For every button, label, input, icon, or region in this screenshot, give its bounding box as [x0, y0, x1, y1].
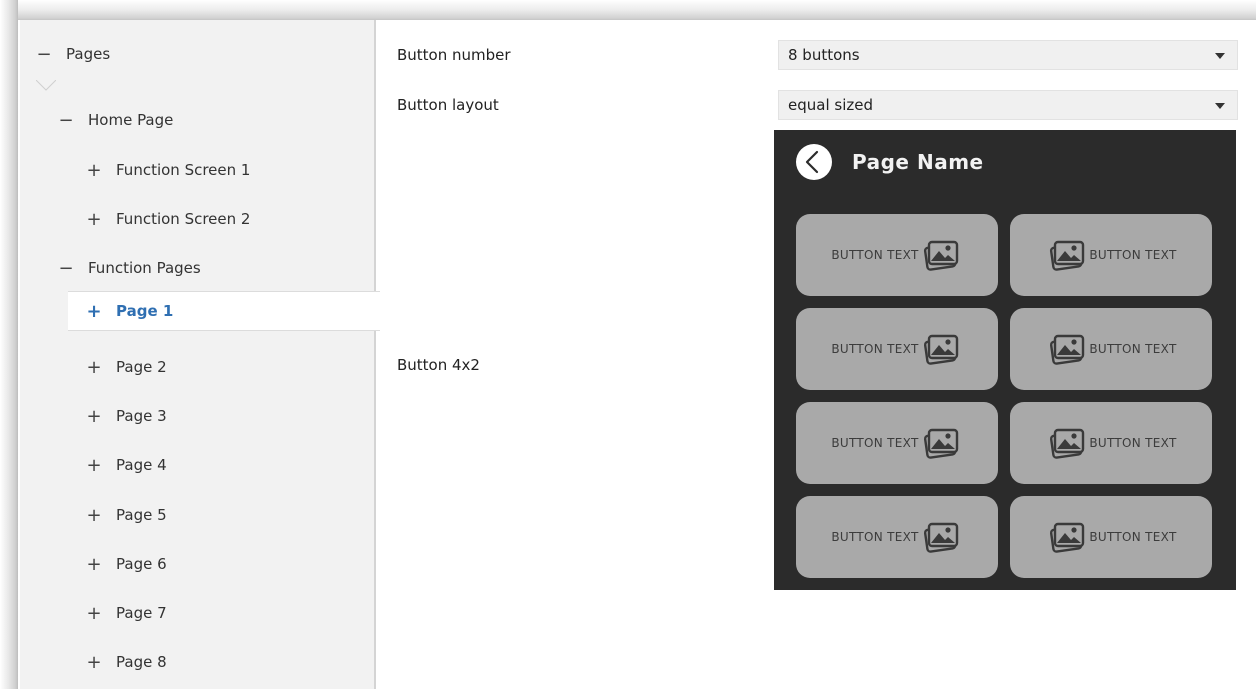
- tree-item-label: Page 7: [116, 604, 167, 622]
- tree-notch: [36, 80, 56, 91]
- tree-item-label: Pages: [66, 45, 111, 63]
- preview-button-text: BUTTON TEXT: [831, 342, 919, 356]
- tree-item-page-6[interactable]: + Page 6: [20, 544, 376, 584]
- tree-item-page-4[interactable]: + Page 4: [20, 445, 376, 485]
- tree-item-label: Page 3: [116, 407, 167, 425]
- image-icon: [1050, 522, 1085, 553]
- tree-item-home-page[interactable]: − Home Page: [20, 100, 376, 140]
- preview-button-text: BUTTON TEXT: [1089, 248, 1177, 262]
- page-tree: − Pages − Home Page + Function Screen 1 …: [20, 20, 380, 689]
- expand-icon[interactable]: +: [84, 455, 104, 476]
- image-icon: [1050, 334, 1085, 365]
- tree-item-page-3[interactable]: + Page 3: [20, 396, 376, 436]
- preview-button: BUTTON TEXT: [1010, 496, 1212, 578]
- select-value: 8 buttons: [788, 46, 860, 64]
- preview-button-text: BUTTON TEXT: [831, 530, 919, 544]
- expand-icon[interactable]: +: [84, 209, 104, 230]
- preview-button-text: BUTTON TEXT: [1089, 436, 1177, 450]
- tree-item-page-1[interactable]: + Page 1: [68, 291, 380, 331]
- expand-icon[interactable]: +: [84, 301, 104, 322]
- expand-icon[interactable]: +: [84, 160, 104, 181]
- image-icon: [923, 428, 958, 459]
- expand-icon[interactable]: +: [84, 554, 104, 575]
- tree-item-function-screen-2[interactable]: + Function Screen 2: [20, 199, 376, 239]
- tree-item-label: Function Screen 2: [116, 210, 251, 228]
- preview-button-text: BUTTON TEXT: [1089, 342, 1177, 356]
- collapse-icon[interactable]: −: [34, 44, 54, 65]
- tree-item-label: Page 8: [116, 653, 167, 671]
- tree-item-function-pages[interactable]: − Function Pages: [20, 248, 376, 288]
- preview-button: BUTTON TEXT: [1010, 214, 1212, 296]
- preview-button: BUTTON TEXT: [796, 496, 998, 578]
- dropdown-arrow-icon[interactable]: [1215, 103, 1225, 109]
- collapse-icon[interactable]: −: [56, 110, 76, 131]
- select-value: equal sized: [788, 96, 873, 114]
- preview-page-title: Page Name: [852, 150, 984, 174]
- image-icon: [923, 334, 958, 365]
- back-icon: [796, 144, 832, 180]
- tree-item-label: Page 6: [116, 555, 167, 573]
- tree-item-label: Page 2: [116, 358, 167, 376]
- expand-icon[interactable]: +: [84, 406, 104, 427]
- preview-button-text: BUTTON TEXT: [831, 248, 919, 262]
- image-icon: [1050, 240, 1085, 271]
- preview-button: BUTTON TEXT: [1010, 402, 1212, 484]
- tree-item-page-7[interactable]: + Page 7: [20, 593, 376, 633]
- image-icon: [923, 240, 958, 271]
- expand-icon[interactable]: +: [84, 603, 104, 624]
- button-number-label: Button number: [397, 46, 511, 64]
- tree-item-label: Function Screen 1: [116, 161, 251, 179]
- tree-item-page-2[interactable]: + Page 2: [20, 347, 376, 387]
- dropdown-arrow-icon[interactable]: [1215, 53, 1225, 59]
- tree-item-pages[interactable]: − Pages: [20, 34, 376, 74]
- preview-button-text: BUTTON TEXT: [1089, 530, 1177, 544]
- tree-item-label: Page 1: [116, 302, 174, 320]
- preview-button: BUTTON TEXT: [1010, 308, 1212, 390]
- image-icon: [1050, 428, 1085, 459]
- preview-caption: Button 4x2: [397, 356, 480, 374]
- image-icon: [923, 522, 958, 553]
- preview-button: BUTTON TEXT: [796, 214, 998, 296]
- tree-item-label: Home Page: [88, 111, 174, 129]
- preview-button-text: BUTTON TEXT: [831, 436, 919, 450]
- tree-item-label: Page 4: [116, 456, 167, 474]
- tree-item-page-5[interactable]: + Page 5: [20, 495, 376, 535]
- button-number-select[interactable]: 8 buttons: [778, 40, 1238, 70]
- tree-item-label: Page 5: [116, 506, 167, 524]
- tree-item-function-screen-1[interactable]: + Function Screen 1: [20, 150, 376, 190]
- tree-item-label: Function Pages: [88, 259, 201, 277]
- layout-preview: Page Name BUTTON TEXT BUTTON TEXT BUTTON…: [774, 130, 1236, 590]
- window-frame: − Pages − Home Page + Function Screen 1 …: [0, 0, 1256, 689]
- button-layout-label: Button layout: [397, 96, 499, 114]
- expand-icon[interactable]: +: [84, 505, 104, 526]
- collapse-icon[interactable]: −: [56, 258, 76, 279]
- expand-icon[interactable]: +: [84, 357, 104, 378]
- expand-icon[interactable]: +: [84, 652, 104, 673]
- tree-item-page-8[interactable]: + Page 8: [20, 642, 376, 682]
- preview-button: BUTTON TEXT: [796, 308, 998, 390]
- button-layout-select[interactable]: equal sized: [778, 90, 1238, 120]
- preview-button: BUTTON TEXT: [796, 402, 998, 484]
